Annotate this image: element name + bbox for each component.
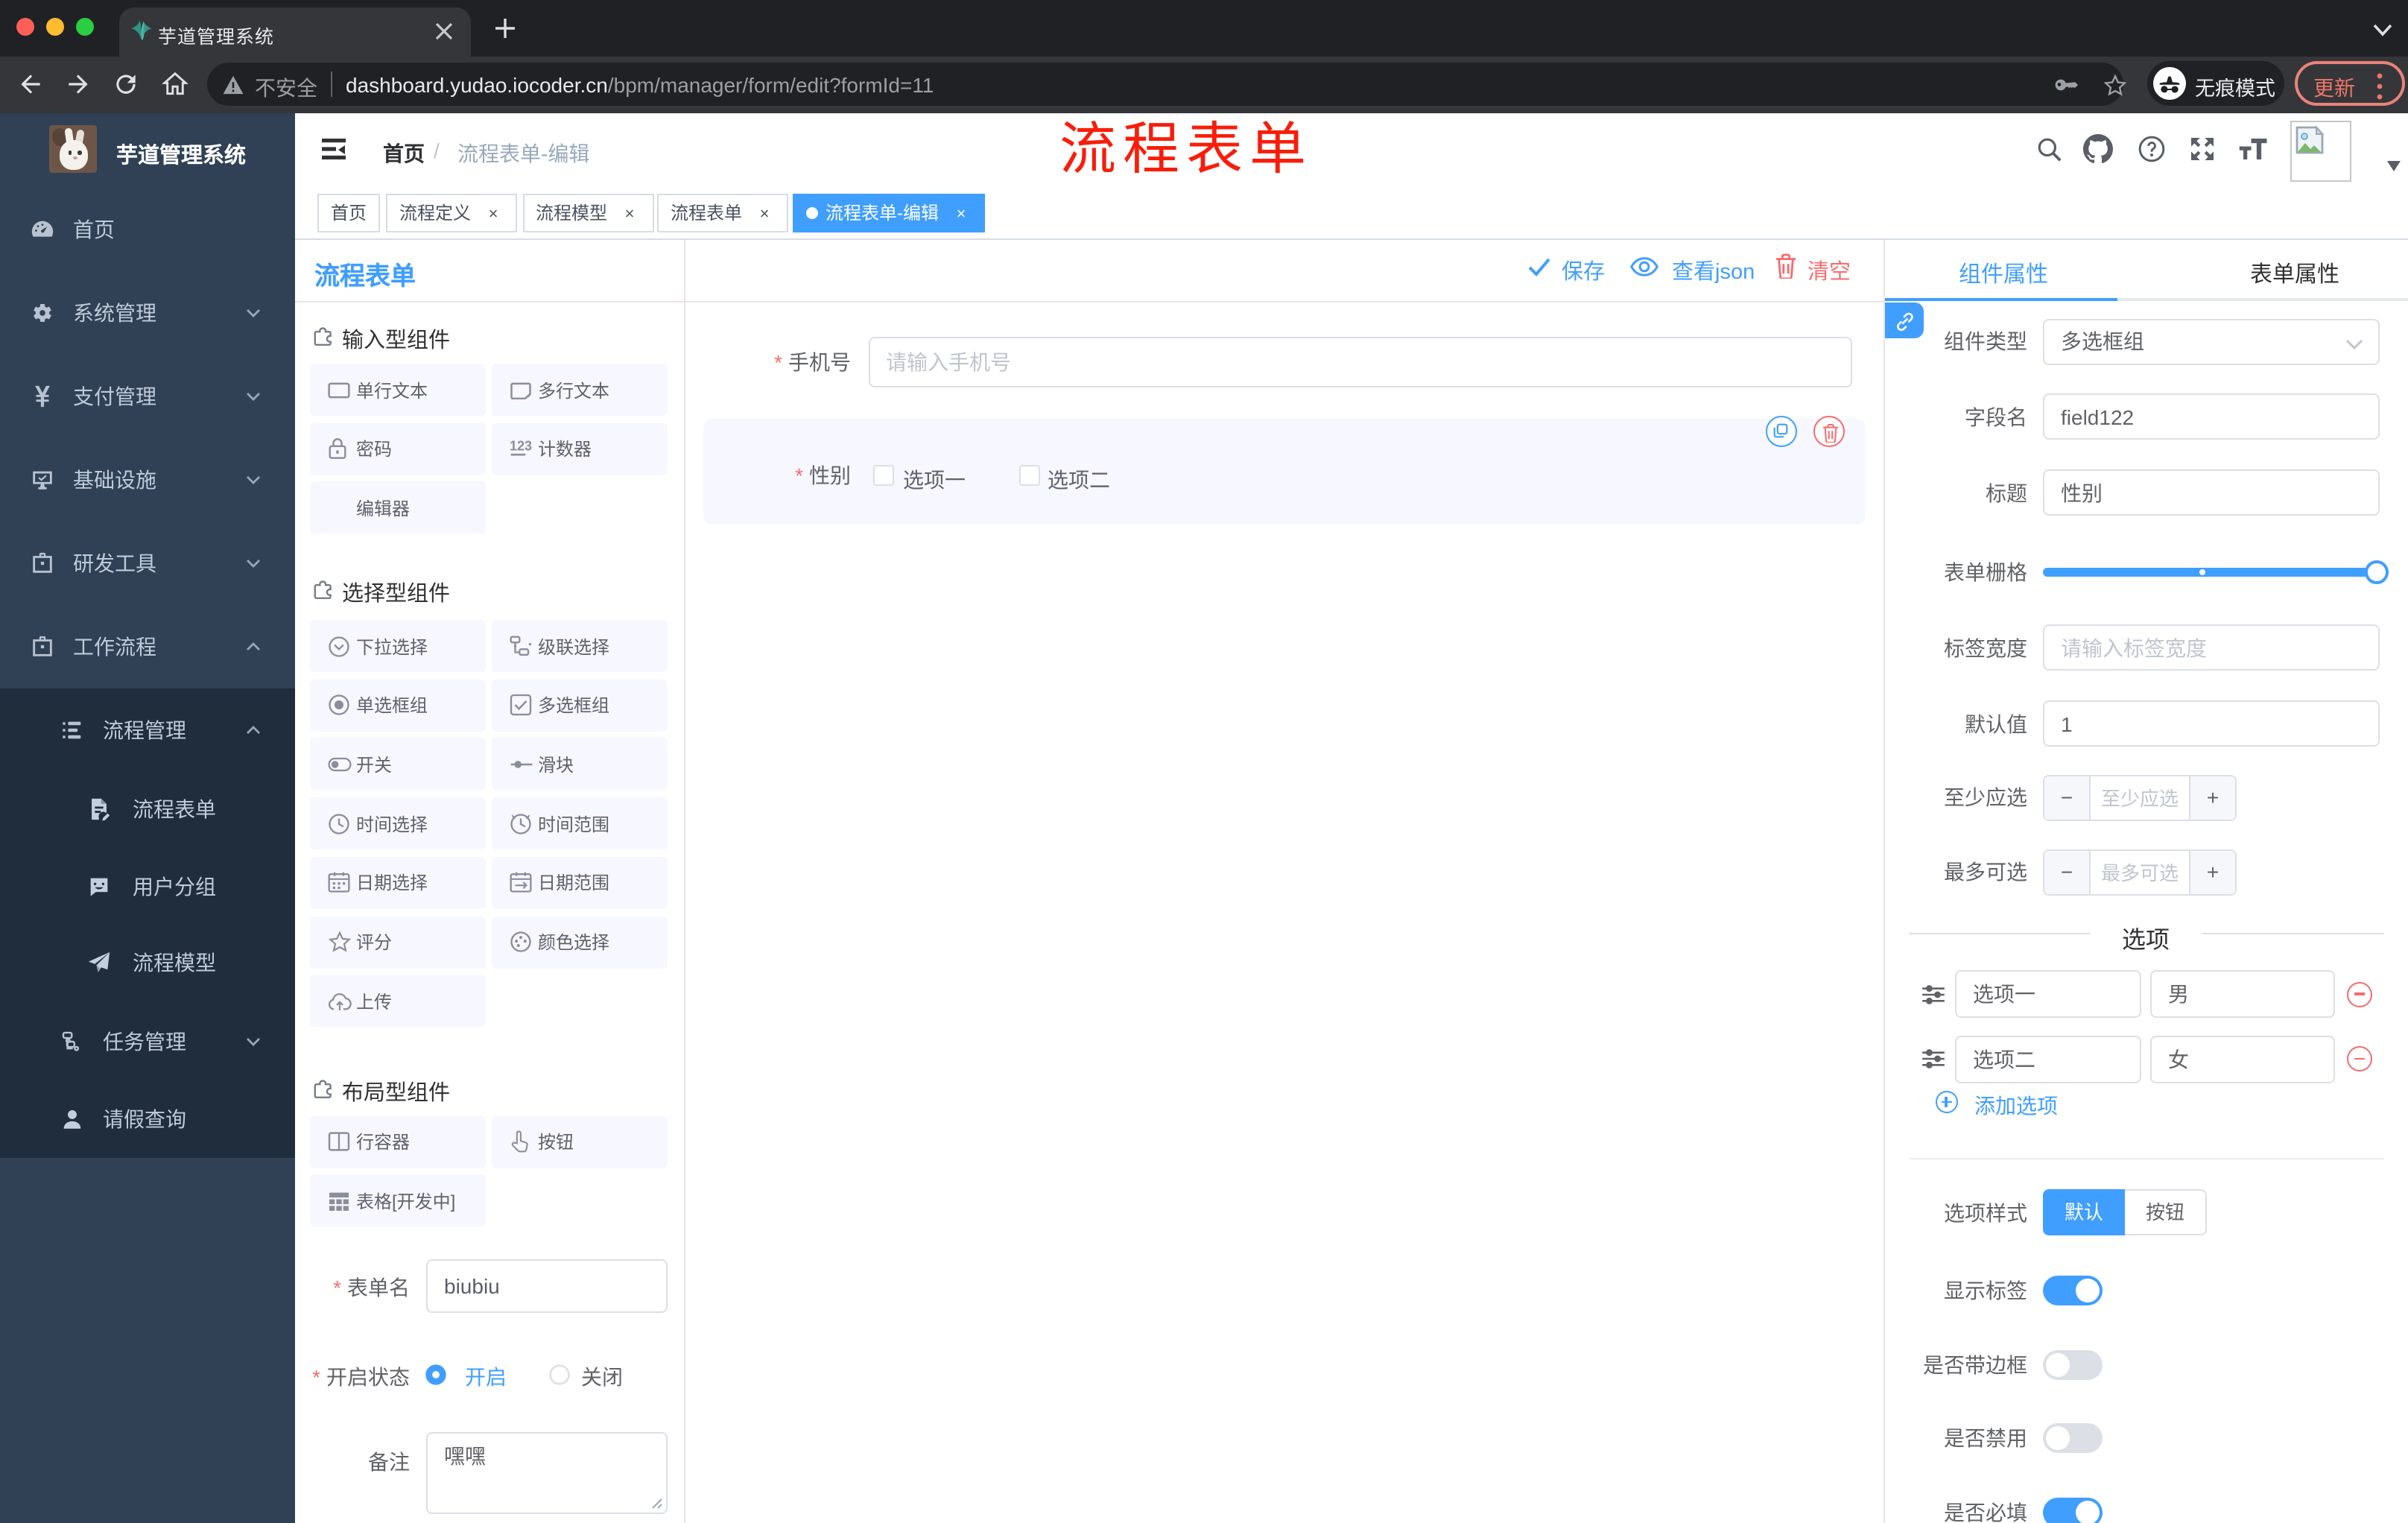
svg-text:123: 123 bbox=[510, 439, 532, 454]
